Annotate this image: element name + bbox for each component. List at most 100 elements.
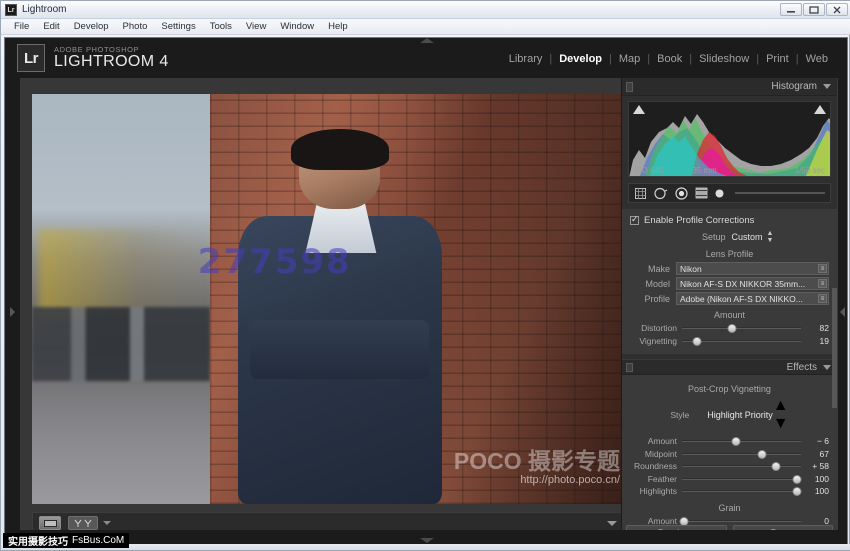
vignette-amount-row[interactable]: Amount − 6 [630,436,829,446]
chevron-down-icon[interactable] [823,84,831,89]
photo-subject-arms [250,319,430,379]
post-crop-vignetting-title: Post-Crop Vignetting [688,384,771,394]
right-panel-toggle[interactable] [837,78,847,544]
adjustment-brush-icon[interactable] [715,189,724,198]
vignette-highlights-row[interactable]: Highlights 100 [630,486,829,496]
vignetting-slider-row[interactable]: Vignetting 19 [630,336,829,346]
vignette-feather-track[interactable] [682,474,802,484]
module-book[interactable]: Book [650,53,689,65]
dropdown-arrow-icon[interactable]: ≡ [818,294,827,303]
vignette-roundness-knob[interactable] [771,462,781,471]
vignette-feather-value: 100 [814,473,829,484]
setup-label: Setup [701,232,726,242]
histogram-aperture: f / 2.5 [745,166,766,175]
menu-tools[interactable]: Tools [203,19,239,35]
vignette-highlights-track[interactable] [682,487,802,496]
chevron-down-icon[interactable] [823,364,831,370]
lightroom-body: 277598 POCO 摄影专题 http://photo.poco.cn/ H… [5,78,847,544]
lens-make-row[interactable]: Make Nikon ≡ [630,262,829,275]
menu-view[interactable]: View [239,19,273,35]
watermark-number: 277598 [197,241,352,282]
chevron-down-icon[interactable] [103,521,111,525]
panel-switch-icon[interactable] [626,82,633,92]
vignette-roundness-track[interactable] [682,462,801,471]
menu-edit[interactable]: Edit [36,19,66,35]
vignette-highlights-label: Highlights [639,486,677,496]
vignetting-knob[interactable] [692,336,702,346]
vignette-amount-track[interactable] [682,437,801,446]
chevron-left-icon [840,307,845,317]
lens-model-row[interactable]: Model Nikon AF-S DX NIKKOR 35mm... ≡ [630,277,829,290]
enable-profile-corrections-row[interactable]: Enable Profile Corrections [630,214,829,226]
module-print[interactable]: Print [759,53,796,65]
module-slideshow[interactable]: Slideshow [692,53,756,65]
lens-profile-row[interactable]: Profile Adobe (Nikon AF-S DX NIKKO... ≡ [630,292,829,305]
effects-switch-icon[interactable] [626,363,633,372]
vignette-feather-row[interactable]: Feather 100 [630,474,829,484]
histogram-graph[interactable]: ISO 640 35 mm f / 2.5 1/50 sec [628,101,831,177]
setup-row[interactable]: Setup Custom ▲ ▼ [630,230,829,244]
left-panel-toggle[interactable] [5,78,21,544]
enable-profile-corrections-checkbox[interactable] [630,214,639,225]
toolbar-right-group [607,520,617,526]
lens-model-combo[interactable]: Nikon AF-S DX NIKKOR 35mm... ≡ [676,277,829,290]
lens-profile-combo[interactable]: Adobe (Nikon AF-S DX NIKKO... ≡ [676,292,829,305]
lens-make-combo[interactable]: Nikon ≡ [676,262,829,275]
vignetting-track[interactable] [682,336,801,346]
module-develop[interactable]: Develop [552,53,609,65]
vignette-midpoint-knob[interactable] [757,449,767,459]
vignette-midpoint-track[interactable] [682,449,801,459]
flag-filter-icon[interactable] [68,516,98,530]
effects-header[interactable]: Effects [622,359,837,375]
brush-size-slider[interactable] [735,192,825,194]
histogram-header[interactable]: Histogram [622,78,837,96]
loupe-view-icon[interactable] [39,516,61,530]
module-web[interactable]: Web [799,53,835,65]
close-button[interactable] [826,3,848,16]
graduated-filter-icon[interactable] [695,187,708,199]
distortion-track[interactable] [682,324,801,333]
distortion-slider-row[interactable]: Distortion 82 [630,323,829,333]
grain-amount-track[interactable] [679,517,801,526]
dropdown-arrow-icon[interactable]: ≡ [818,279,827,288]
module-library[interactable]: Library [502,53,550,65]
menu-window[interactable]: Window [273,19,321,35]
identity-plate[interactable]: Lr ADOBE PHOTOSHOP LIGHTROOM 4 [17,44,169,72]
setup-updown-icon[interactable]: ▲ ▼ [767,230,774,244]
highlight-clipping-icon[interactable] [814,105,826,114]
develop-tool-strip [628,183,831,203]
window-title: Lightroom [22,4,67,15]
vignette-amount-knob[interactable] [731,437,741,446]
module-map[interactable]: Map [612,53,647,65]
vignetting-value: 19 [819,335,829,346]
vignette-roundness-row[interactable]: Roundness + 58 [630,461,829,471]
vignette-midpoint-row[interactable]: Midpoint 67 [630,449,829,459]
lens-model-label: Model [645,278,670,289]
vignette-feather-knob[interactable] [792,474,802,484]
menu-file[interactable]: File [7,19,36,35]
spot-removal-icon[interactable] [654,187,668,200]
dropdown-arrow-icon[interactable]: ≡ [818,264,827,273]
vignette-highlights-knob[interactable] [792,487,802,496]
identity-text: ADOBE PHOTOSHOP LIGHTROOM 4 [54,46,169,71]
top-panel-toggle-icon[interactable] [420,38,434,43]
vignette-style-label: Style [670,410,690,420]
lens-profile-title: Lens Profile [705,249,754,259]
shadow-clipping-icon[interactable] [633,105,645,114]
style-updown-icon[interactable]: ▲ ▼ [773,397,789,433]
menu-develop[interactable]: Develop [67,19,116,35]
maximize-button[interactable] [803,3,825,16]
vignette-style-row[interactable]: Style Highlight Priority ▲ ▼ [630,397,829,433]
menu-settings[interactable]: Settings [154,19,202,35]
minimize-button[interactable] [780,3,802,16]
distortion-knob[interactable] [727,324,737,333]
menu-photo[interactable]: Photo [116,19,155,35]
red-eye-icon[interactable] [675,186,688,200]
distortion-value: 82 [819,323,829,333]
photo-frame[interactable]: 277598 POCO 摄影专题 http://photo.poco.cn/ [32,94,624,504]
menu-help[interactable]: Help [321,19,355,35]
toolbar-chevron-down-icon[interactable] [607,520,617,526]
crop-overlay-icon[interactable] [634,187,647,200]
filmstrip-toggle-icon[interactable] [420,538,434,543]
histogram-metadata: ISO 640 35 mm f / 2.5 1/50 sec [629,166,830,175]
